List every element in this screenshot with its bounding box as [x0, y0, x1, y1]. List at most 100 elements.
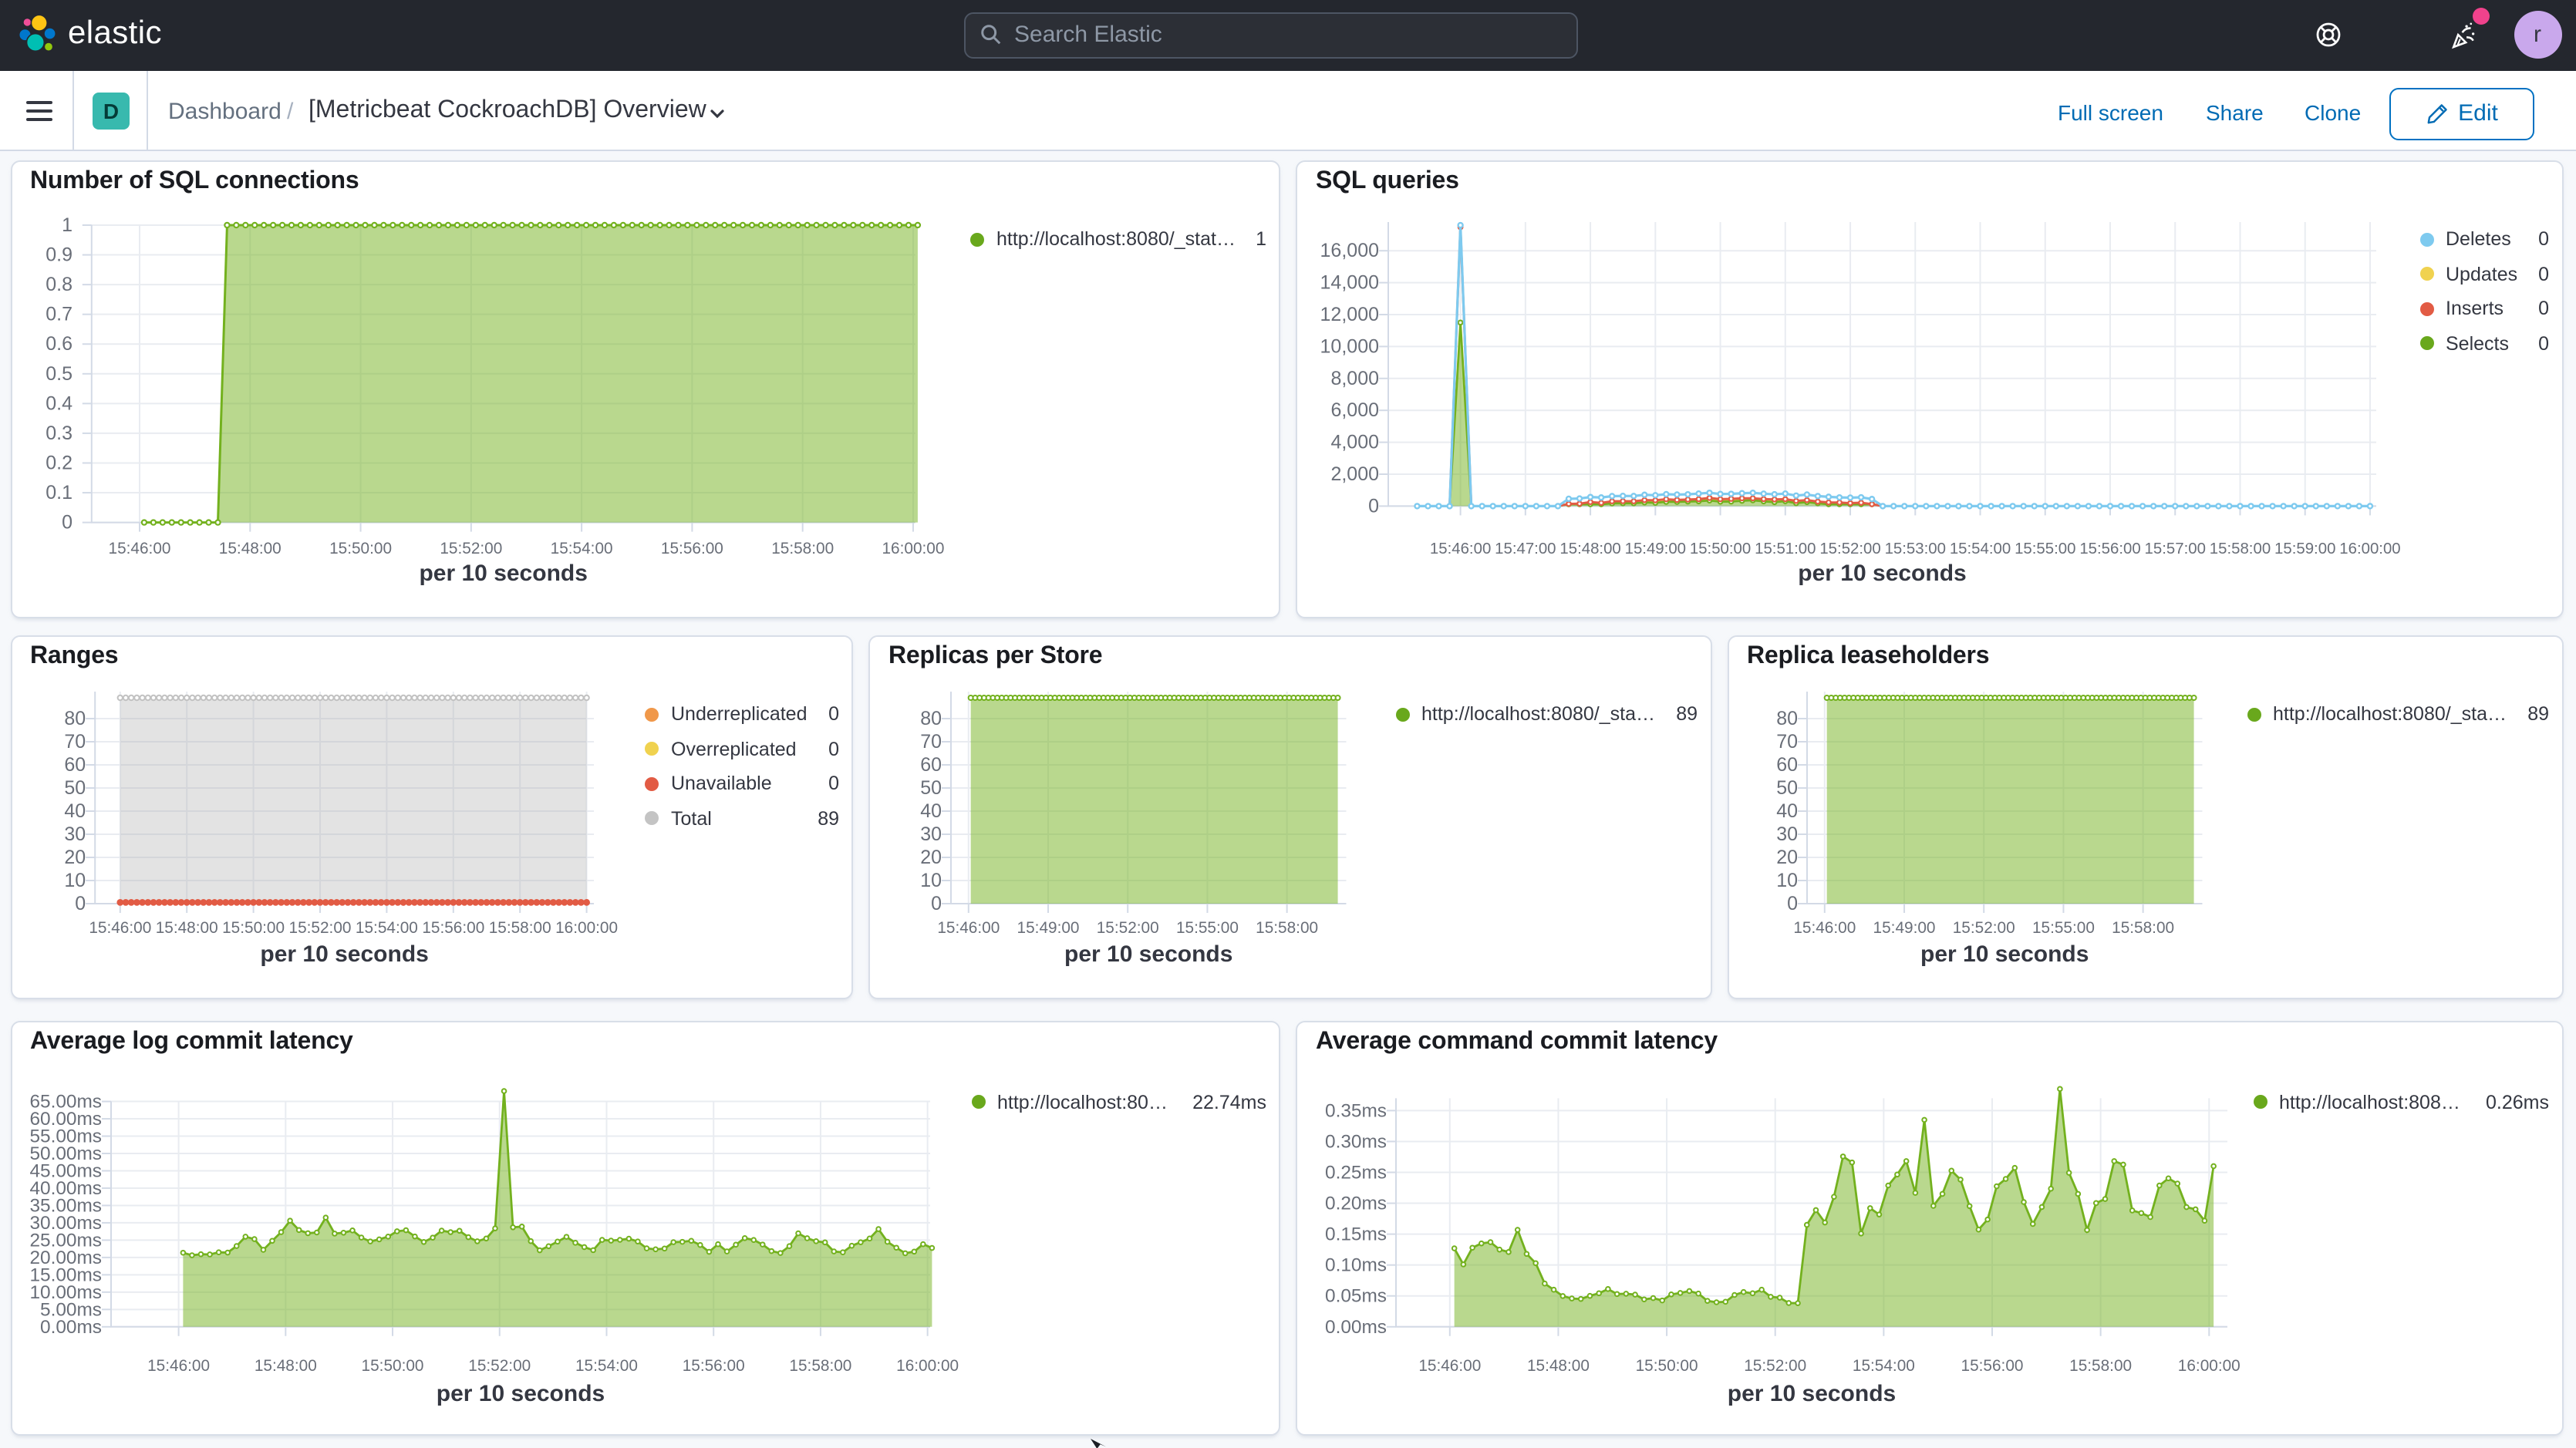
svg-text:15:54:00: 15:54:00 [575, 1357, 637, 1375]
svg-text:15:58:00: 15:58:00 [2210, 540, 2271, 557]
svg-text:0.20ms: 0.20ms [1325, 1194, 1387, 1214]
svg-text:15:55:00: 15:55:00 [2015, 540, 2075, 557]
svg-text:16:00:00: 16:00:00 [555, 919, 617, 937]
svg-text:15:58:00: 15:58:00 [2111, 919, 2173, 937]
svg-text:12,000: 12,000 [1320, 304, 1379, 325]
svg-text:15:52:00: 15:52:00 [1952, 919, 2015, 937]
svg-text:0.35ms: 0.35ms [1325, 1100, 1387, 1121]
svg-text:15:53:00: 15:53:00 [1885, 540, 1946, 557]
svg-text:30: 30 [920, 823, 942, 845]
svg-text:16:00:00: 16:00:00 [2178, 1357, 2241, 1375]
svg-text:15:50:00: 15:50:00 [361, 1357, 423, 1375]
svg-text:15:56:00: 15:56:00 [2079, 540, 2140, 557]
svg-text:15:54:00: 15:54:00 [550, 540, 612, 557]
svg-text:15:57:00: 15:57:00 [2145, 540, 2206, 557]
svg-text:0: 0 [1786, 893, 1797, 914]
svg-text:0: 0 [1368, 495, 1379, 517]
svg-text:40: 40 [920, 800, 942, 822]
svg-text:6,000: 6,000 [1330, 399, 1379, 421]
svg-text:2,000: 2,000 [1330, 463, 1379, 485]
svg-text:0.8: 0.8 [45, 274, 72, 295]
svg-text:15:46:00: 15:46:00 [1792, 919, 1855, 937]
svg-text:0.7: 0.7 [45, 304, 72, 325]
svg-text:15:54:00: 15:54:00 [355, 919, 417, 937]
svg-text:15:58:00: 15:58:00 [1256, 919, 1318, 937]
svg-text:per 10 seconds: per 10 seconds [1798, 561, 1966, 586]
svg-text:65.00ms: 65.00ms [29, 1092, 101, 1113]
svg-text:70: 70 [1775, 731, 1797, 753]
svg-text:0: 0 [61, 512, 72, 534]
svg-text:40: 40 [1775, 800, 1797, 822]
svg-text:0.05ms: 0.05ms [1325, 1286, 1387, 1307]
svg-text:15:49:00: 15:49:00 [1625, 540, 1686, 557]
svg-text:15:50:00: 15:50:00 [1636, 1357, 1698, 1375]
svg-text:15:48:00: 15:48:00 [1559, 540, 1620, 557]
svg-text:15:49:00: 15:49:00 [1017, 919, 1080, 937]
svg-text:14,000: 14,000 [1320, 272, 1379, 294]
svg-text:80: 80 [1775, 708, 1797, 729]
svg-text:80: 80 [63, 708, 85, 729]
svg-text:60: 60 [63, 754, 85, 776]
svg-text:15:48:00: 15:48:00 [155, 919, 217, 937]
svg-text:8,000: 8,000 [1330, 368, 1379, 389]
svg-text:16:00:00: 16:00:00 [895, 1357, 958, 1375]
svg-text:0.2: 0.2 [45, 452, 72, 473]
svg-text:15:48:00: 15:48:00 [254, 1357, 316, 1375]
svg-text:per 10 seconds: per 10 seconds [418, 561, 586, 586]
svg-text:15:54:00: 15:54:00 [1853, 1357, 1915, 1375]
svg-text:15:50:00: 15:50:00 [1690, 540, 1751, 557]
svg-text:50: 50 [920, 777, 942, 799]
svg-text:15:52:00: 15:52:00 [1097, 919, 1159, 937]
svg-text:15:59:00: 15:59:00 [2274, 540, 2335, 557]
svg-text:0.9: 0.9 [45, 244, 72, 266]
svg-text:20: 20 [1775, 847, 1797, 868]
svg-text:15:54:00: 15:54:00 [1950, 540, 2011, 557]
svg-text:15:52:00: 15:52:00 [1819, 540, 1880, 557]
svg-text:10: 10 [920, 870, 942, 891]
svg-text:40: 40 [63, 800, 85, 822]
svg-text:15:50:00: 15:50:00 [221, 919, 284, 937]
svg-text:15:58:00: 15:58:00 [770, 540, 833, 557]
svg-text:10: 10 [1775, 870, 1797, 891]
svg-text:15:50:00: 15:50:00 [329, 540, 391, 557]
svg-text:per 10 seconds: per 10 seconds [259, 941, 427, 967]
svg-text:15:46:00: 15:46:00 [108, 540, 170, 557]
svg-text:15:51:00: 15:51:00 [1755, 540, 1816, 557]
svg-text:15:52:00: 15:52:00 [467, 1357, 530, 1375]
svg-text:16:00:00: 16:00:00 [881, 540, 943, 557]
svg-text:0.00ms: 0.00ms [1325, 1317, 1387, 1338]
svg-text:15:46:00: 15:46:00 [937, 919, 1000, 937]
svg-text:15:58:00: 15:58:00 [788, 1357, 851, 1375]
svg-text:15:55:00: 15:55:00 [2031, 919, 2094, 937]
svg-text:per 10 seconds: per 10 seconds [1064, 941, 1232, 967]
svg-text:15:52:00: 15:52:00 [288, 919, 351, 937]
svg-text:30: 30 [1775, 823, 1797, 845]
svg-text:15:48:00: 15:48:00 [1527, 1357, 1590, 1375]
svg-text:15:46:00: 15:46:00 [88, 919, 150, 937]
svg-text:15:52:00: 15:52:00 [1744, 1357, 1806, 1375]
svg-text:80: 80 [920, 708, 942, 729]
svg-text:15:47:00: 15:47:00 [1495, 540, 1556, 557]
svg-text:15:56:00: 15:56:00 [1961, 1357, 2024, 1375]
svg-text:70: 70 [63, 731, 85, 753]
svg-text:0.6: 0.6 [45, 333, 72, 355]
svg-text:0.3: 0.3 [45, 423, 72, 444]
svg-text:15:46:00: 15:46:00 [1418, 1357, 1481, 1375]
svg-text:30: 30 [63, 823, 85, 845]
svg-text:15:56:00: 15:56:00 [660, 540, 723, 557]
svg-text:per 10 seconds: per 10 seconds [436, 1381, 604, 1406]
svg-text:10: 10 [63, 870, 85, 891]
svg-text:4,000: 4,000 [1330, 432, 1379, 453]
svg-text:16,000: 16,000 [1320, 240, 1379, 261]
svg-text:0.25ms: 0.25ms [1325, 1163, 1387, 1184]
svg-text:50: 50 [1775, 777, 1797, 799]
svg-text:15:56:00: 15:56:00 [421, 919, 484, 937]
svg-text:60: 60 [920, 754, 942, 776]
svg-text:60: 60 [1775, 754, 1797, 776]
svg-text:20: 20 [920, 847, 942, 868]
svg-text:20: 20 [63, 847, 85, 868]
svg-text:16:00:00: 16:00:00 [2339, 540, 2400, 557]
svg-text:0.4: 0.4 [45, 392, 72, 414]
svg-text:0.15ms: 0.15ms [1325, 1224, 1387, 1245]
svg-text:15:46:00: 15:46:00 [147, 1357, 209, 1375]
